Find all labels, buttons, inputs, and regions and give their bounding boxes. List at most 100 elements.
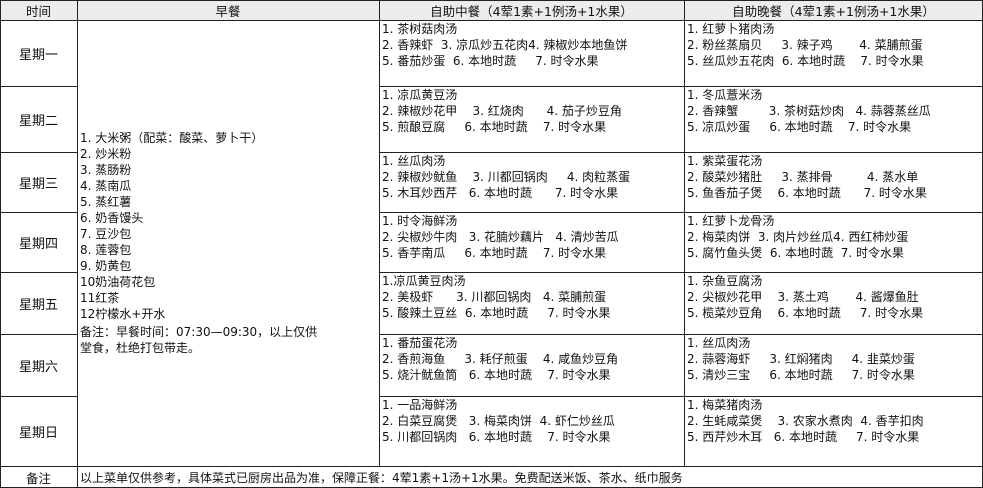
lunch-menu-line: 2. 尖椒炒牛肉 3. 花腩炒藕片 4. 清炒苦瓜 [382,230,619,244]
breakfast-item: 7. 豆沙包 [80,227,132,241]
lunch-menu-line: 1. 番茄蛋花汤 [382,336,458,350]
breakfast-item: 12柠檬水+开水 [80,307,166,321]
menu-table: 时间 早餐 自助中餐（4荤1素+1例汤+1水果） 自助晚餐（4荤1素+1例汤+1… [0,0,983,488]
breakfast-list: 1. 大米粥（配菜：酸菜、萝卜干） 2. 炒米粉 3. 蒸肠粉 4. 蒸南瓜 5… [80,130,379,322]
grid-line [379,396,983,397]
lunch-menu-line: 2. 辣椒炒花甲 3. 红烧肉 4. 茄子炒豆角 [382,104,622,118]
lunch-menu-cell: 1. 茶树菇肉汤 2. 香辣虾 3. 凉瓜炒五花肉4. 辣椒炒本地鱼饼 5. 番… [379,20,684,86]
dinner-menu-line: 1. 杂鱼豆腐汤 [687,274,763,288]
dinner-menu-cell: 1. 梅菜猪肉汤 2. 生蚝咸菜煲 3. 农家水煮肉 4. 香芋扣肉 5. 西芹… [684,396,983,466]
day-label: 星期二 [0,86,77,152]
dinner-menu-cell: 1. 红萝卜猪肉汤 2. 粉丝蒸扇贝 3. 辣子鸡 4. 菜脯煎蛋 5. 丝瓜炒… [684,20,983,86]
day-label: 星期六 [0,334,77,396]
breakfast-item: 1. 大米粥（配菜：酸菜、萝卜干） [80,131,264,145]
dinner-menu-line: 5. 凉瓜炒蛋 6. 本地时蔬 7. 时令水果 [687,120,912,134]
lunch-menu-line: 5. 香芋南瓜 6. 本地时蔬 7. 时令水果 [382,246,607,260]
day-label: 星期日 [0,396,77,466]
grid-line [0,86,77,87]
breakfast-note-line: 堂食，杜绝打包带走。 [80,341,201,355]
dinner-menu-line: 2. 生蚝咸菜煲 3. 农家水煮肉 4. 香芋扣肉 [687,414,924,428]
header-dinner: 自助晚餐（4荤1素+1例汤+1水果） [684,0,983,20]
dinner-menu-line: 1. 红萝卜龙骨汤 [687,214,775,228]
lunch-menu-cell: 1. 凉瓜黄豆汤 2. 辣椒炒花甲 3. 红烧肉 4. 茄子炒豆角 5. 煎酿豆… [379,86,684,152]
dinner-menu-cell: 1. 冬瓜薏米汤 2. 香辣蟹 3. 茶树菇炒肉 4. 蒜蓉蒸丝瓜 5. 凉瓜炒… [684,86,983,152]
grid-line [77,0,78,488]
dinner-menu-line: 2. 酸菜炒猪肚 3. 蒸排骨 4. 蒸水单 [687,170,919,184]
lunch-menu-line: 1. 一品海鲜汤 [382,398,458,412]
lunch-menu-line: 5. 烧汁鱿鱼筒 6. 本地时蔬 7. 时令水果 [382,368,611,382]
grid-line [0,272,77,273]
dinner-menu-cell: 1. 红萝卜龙骨汤 2. 梅菜肉饼 3. 肉片炒丝瓜4. 西红柿炒蛋 5. 腐竹… [684,212,983,272]
dinner-menu-line: 1. 冬瓜薏米汤 [687,88,763,102]
dinner-menu-line: 1. 梅菜猪肉汤 [687,398,763,412]
dinner-menu-line: 5. 榄菜炒豆角 6. 本地时蔬 7. 时令水果 [687,306,924,320]
lunch-menu-line: 5. 煎酿豆腐 6. 本地时蔬 7. 时令水果 [382,120,607,134]
grid-line [379,334,983,335]
grid-line [0,212,77,213]
lunch-menu-cell: 1. 丝瓜肉汤 2. 辣椒炒鱿鱼 3. 川都回锅肉 4. 肉粒蒸蛋 5. 木耳炒… [379,152,684,212]
lunch-menu-line: 5. 川都回锅肉 6. 本地时蔬 7. 时令水果 [382,430,611,444]
breakfast-item: 11红茶 [80,291,120,305]
header-time: 时间 [0,0,77,20]
remark-text: 以上菜单仅供参考，具体菜式已厨房出品为准，保障正餐：4荤1素+1汤+1水果。免费… [77,466,983,488]
dinner-menu-line: 5. 鱼香茄子煲 6. 本地时蔬 7. 时令水果 [687,186,927,200]
lunch-menu-line: 1. 凉瓜黄豆汤 [382,88,458,102]
breakfast-cell: 1. 大米粥（配菜：酸菜、萝卜干） 2. 炒米粉 3. 蒸肠粉 4. 蒸南瓜 5… [77,20,379,466]
dinner-menu-line: 1. 丝瓜肉汤 [687,336,751,350]
dinner-menu-line: 1. 红萝卜猪肉汤 [687,22,775,36]
lunch-menu-cell: 1.凉瓜黄豆肉汤 2. 美极虾 3. 川都回锅肉 4. 菜脯煎蛋 5. 酸辣土豆… [379,272,684,334]
dinner-menu-line: 2. 梅菜肉饼 3. 肉片炒丝瓜4. 西红柿炒蛋 [687,230,909,244]
dinner-menu-line: 5. 丝瓜炒五花肉 6. 本地时蔬 7. 时令水果 [687,54,924,68]
lunch-menu-line: 2. 美极虾 3. 川都回锅肉 4. 菜脯煎蛋 [382,290,607,304]
grid-line [0,152,77,153]
breakfast-item: 2. 炒米粉 [80,147,132,161]
grid-line [0,0,983,1]
header-breakfast: 早餐 [77,0,379,20]
dinner-menu-line: 1. 紫菜蛋花汤 [687,154,763,168]
grid-line [379,0,380,466]
grid-line [684,0,685,466]
lunch-menu-cell: 1. 番茄蛋花汤 2. 香煎海鱼 3. 耗仔煎蛋 4. 咸鱼炒豆角 5. 烧汁鱿… [379,334,684,396]
dinner-menu-line: 5. 西芹炒木耳 6. 本地时蔬 7. 时令水果 [687,430,920,444]
breakfast-item: 9. 奶黄包 [80,259,132,273]
breakfast-item: 3. 蒸肠粉 [80,163,132,177]
day-label: 星期四 [0,212,77,272]
lunch-menu-line: 5. 番茄炒蛋 6. 本地时蔬 7. 时令水果 [382,54,599,68]
grid-line [379,86,983,87]
grid-line [0,20,983,21]
breakfast-item: 4. 蒸南瓜 [80,179,132,193]
lunch-menu-line: 5. 木耳炒西芹 6. 本地时蔬 7. 时令水果 [382,186,619,200]
dinner-menu-line: 5. 腐竹鱼头煲 6. 本地时蔬 7. 时令水果 [687,246,905,260]
day-label: 星期五 [0,272,77,334]
dinner-menu-line: 2. 尖椒炒花甲 3. 蒸土鸡 4. 酱爆鱼肚 [687,290,919,304]
lunch-menu-line: 1. 丝瓜肉汤 [382,154,446,168]
day-label: 星期一 [0,20,77,86]
grid-line [379,272,983,273]
grid-line [0,0,1,488]
lunch-menu-cell: 1. 时令海鲜汤 2. 尖椒炒牛肉 3. 花腩炒藕片 4. 清炒苦瓜 5. 香芋… [379,212,684,272]
day-label: 星期三 [0,152,77,212]
breakfast-notes: 备注：早餐时间：07:30—09:30，以上仅供 堂食，杜绝打包带走。 [80,322,379,356]
grid-line [0,334,77,335]
lunch-menu-line: 5. 酸辣土豆丝 6. 本地时蔬 7. 时令水果 [382,306,611,320]
lunch-menu-cell: 1. 一品海鲜汤 2. 白菜豆腐煲 3. 梅菜肉饼 4. 虾仁炒丝瓜 5. 川都… [379,396,684,466]
breakfast-note-line: 备注：早餐时间：07:30—09:30，以上仅供 [80,325,318,339]
dinner-menu-cell: 1. 丝瓜肉汤 2. 蒜蓉海虾 3. 红焖猪肉 4. 韭菜炒蛋 5. 清炒三宝 … [684,334,983,396]
dinner-menu-line: 5. 清炒三宝 6. 本地时蔬 7. 时令水果 [687,368,915,382]
breakfast-item: 10奶油荷花包 [80,275,156,289]
breakfast-item: 6. 奶香馒头 [80,211,144,225]
grid-line [379,152,983,153]
lunch-menu-line: 1. 时令海鲜汤 [382,214,458,228]
dinner-menu-cell: 1. 杂鱼豆腐汤 2. 尖椒炒花甲 3. 蒸土鸡 4. 酱爆鱼肚 5. 榄菜炒豆… [684,272,983,334]
dinner-menu-line: 2. 蒜蓉海虾 3. 红焖猪肉 4. 韭菜炒蛋 [687,352,915,366]
lunch-menu-line: 1. 茶树菇肉汤 [382,22,458,36]
grid-line [0,466,983,467]
header-lunch: 自助中餐（4荤1素+1例汤+1水果） [379,0,684,20]
dinner-menu-cell: 1. 紫菜蛋花汤 2. 酸菜炒猪肚 3. 蒸排骨 4. 蒸水单 5. 鱼香茄子煲… [684,152,983,212]
remark-label: 备注 [0,466,77,488]
lunch-menu-line: 2. 白菜豆腐煲 3. 梅菜肉饼 4. 虾仁炒丝瓜 [382,414,615,428]
dinner-menu-line: 2. 香辣蟹 3. 茶树菇炒肉 4. 蒜蓉蒸丝瓜 [687,104,931,118]
lunch-menu-line: 2. 辣椒炒鱿鱼 3. 川都回锅肉 4. 肉粒蒸蛋 [382,170,631,184]
lunch-menu-line: 2. 香辣虾 3. 凉瓜炒五花肉4. 辣椒炒本地鱼饼 [382,38,628,52]
dinner-menu-line: 2. 粉丝蒸扇贝 3. 辣子鸡 4. 菜脯煎蛋 [687,38,923,52]
